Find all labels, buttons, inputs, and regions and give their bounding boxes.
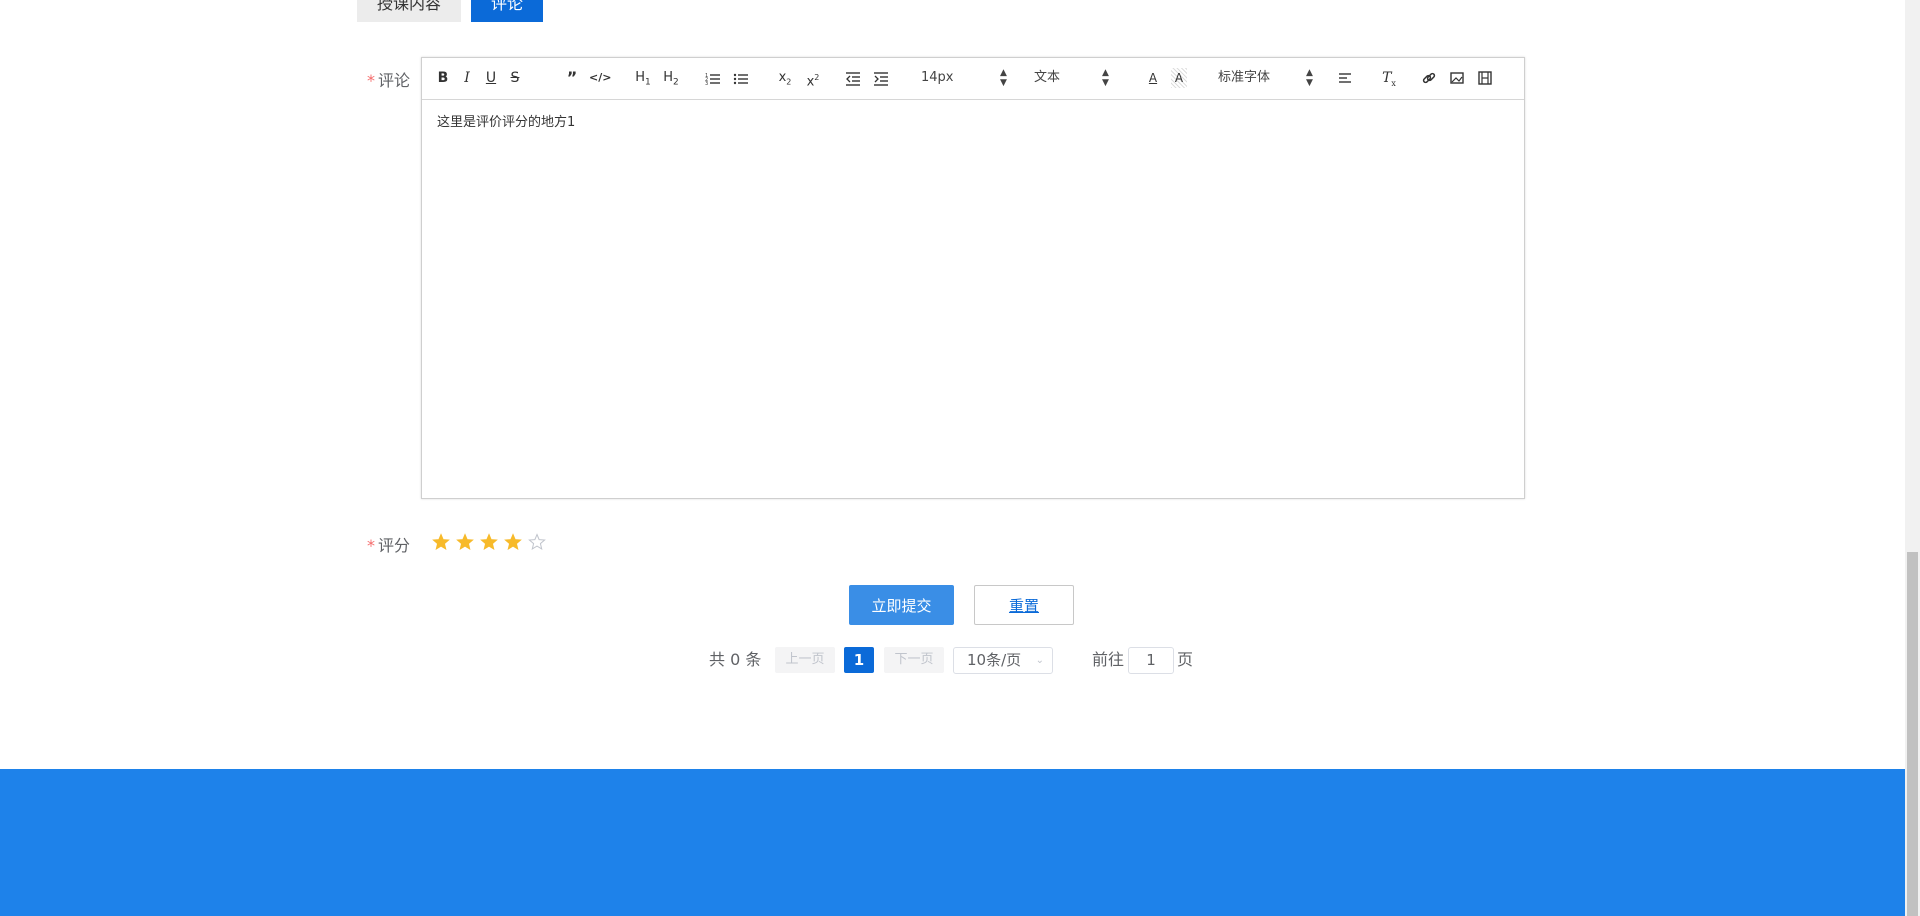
star-filled-icon[interactable] xyxy=(432,533,450,551)
rich-text-editor: B I U S ” </> H1 H2 123 x2 x2 14px ▲ ▼ 文本… xyxy=(421,57,1525,499)
goto-page-input[interactable]: 1 xyxy=(1128,647,1174,674)
bullet-list-icon[interactable] xyxy=(733,68,751,88)
editor-content[interactable]: 这里是评价评分的地方1 xyxy=(437,111,575,130)
tab-course-content[interactable]: 授课内容 xyxy=(357,0,461,22)
blockquote-icon[interactable]: ” xyxy=(563,68,581,88)
goto-label: 前往 xyxy=(1092,650,1125,669)
block-format-value: 文本 xyxy=(1034,70,1061,85)
header1-icon[interactable]: H1 xyxy=(632,68,654,88)
reset-button[interactable]: 重置 xyxy=(974,585,1074,625)
comment-label: * 评论 xyxy=(367,67,410,91)
block-format-select[interactable]: 文本 ▲ ▼ xyxy=(1034,68,1124,88)
align-icon[interactable] xyxy=(1337,68,1355,88)
strike-icon[interactable]: S xyxy=(507,68,523,88)
select-arrows-icon: ▲ ▼ xyxy=(1102,68,1109,88)
required-mark: * xyxy=(367,71,375,90)
header2-icon[interactable]: H2 xyxy=(660,68,682,88)
chevron-down-icon: ⌄ xyxy=(1035,655,1044,666)
font-size-select[interactable]: 14px ▲ ▼ xyxy=(921,68,1011,88)
page-number-1[interactable]: 1 xyxy=(844,647,874,673)
prev-page-button[interactable]: 上一页 xyxy=(775,647,835,673)
page-suffix: 页 xyxy=(1177,650,1194,669)
comment-label-text: 评论 xyxy=(378,71,411,90)
indent-icon[interactable] xyxy=(873,68,891,88)
rating-label-text: 评分 xyxy=(378,536,411,555)
underline-icon[interactable]: U xyxy=(483,68,499,88)
outdent-icon[interactable] xyxy=(845,68,863,88)
scrollbar-thumb[interactable] xyxy=(1907,552,1918,916)
video-icon[interactable] xyxy=(1477,68,1495,88)
svg-text:3: 3 xyxy=(705,81,708,87)
page-size-value: 10条/页 xyxy=(967,651,1022,669)
tab-comment[interactable]: 评论 xyxy=(471,0,543,22)
background-color-icon[interactable]: A xyxy=(1171,68,1187,88)
image-icon[interactable] xyxy=(1449,68,1467,88)
star-filled-icon[interactable] xyxy=(456,533,474,551)
footer xyxy=(0,769,1905,916)
select-arrows-icon: ▲ ▼ xyxy=(1306,68,1313,88)
submit-button[interactable]: 立即提交 xyxy=(849,585,954,625)
page-size-select[interactable]: 10条/页 ⌄ xyxy=(953,647,1053,674)
superscript-icon[interactable]: x2 xyxy=(803,68,823,89)
font-size-value: 14px xyxy=(921,70,954,85)
star-filled-icon[interactable] xyxy=(480,533,498,551)
font-color-icon[interactable]: A xyxy=(1145,68,1161,88)
rating-label: * 评分 xyxy=(367,532,410,556)
pagination-total: 共 0 条 xyxy=(709,650,762,669)
star-filled-icon[interactable] xyxy=(504,533,522,551)
font-family-select[interactable]: 标准字体 ▲ ▼ xyxy=(1218,68,1318,88)
required-mark: * xyxy=(367,536,375,555)
bold-icon[interactable]: B xyxy=(435,68,451,88)
ordered-list-icon[interactable]: 123 xyxy=(705,68,723,88)
clear-format-icon[interactable]: Tx xyxy=(1379,68,1399,88)
italic-icon[interactable]: I xyxy=(459,68,475,88)
select-arrows-icon: ▲ ▼ xyxy=(1000,68,1007,88)
code-block-icon[interactable]: </> xyxy=(589,68,611,88)
star-empty-icon[interactable] xyxy=(528,533,546,551)
font-family-value: 标准字体 xyxy=(1218,70,1271,85)
link-icon[interactable] xyxy=(1421,68,1439,88)
next-page-button[interactable]: 下一页 xyxy=(884,647,944,673)
editor-toolbar: B I U S ” </> H1 H2 123 x2 x2 14px ▲ ▼ 文本… xyxy=(422,58,1524,100)
subscript-icon[interactable]: x2 xyxy=(775,68,795,88)
